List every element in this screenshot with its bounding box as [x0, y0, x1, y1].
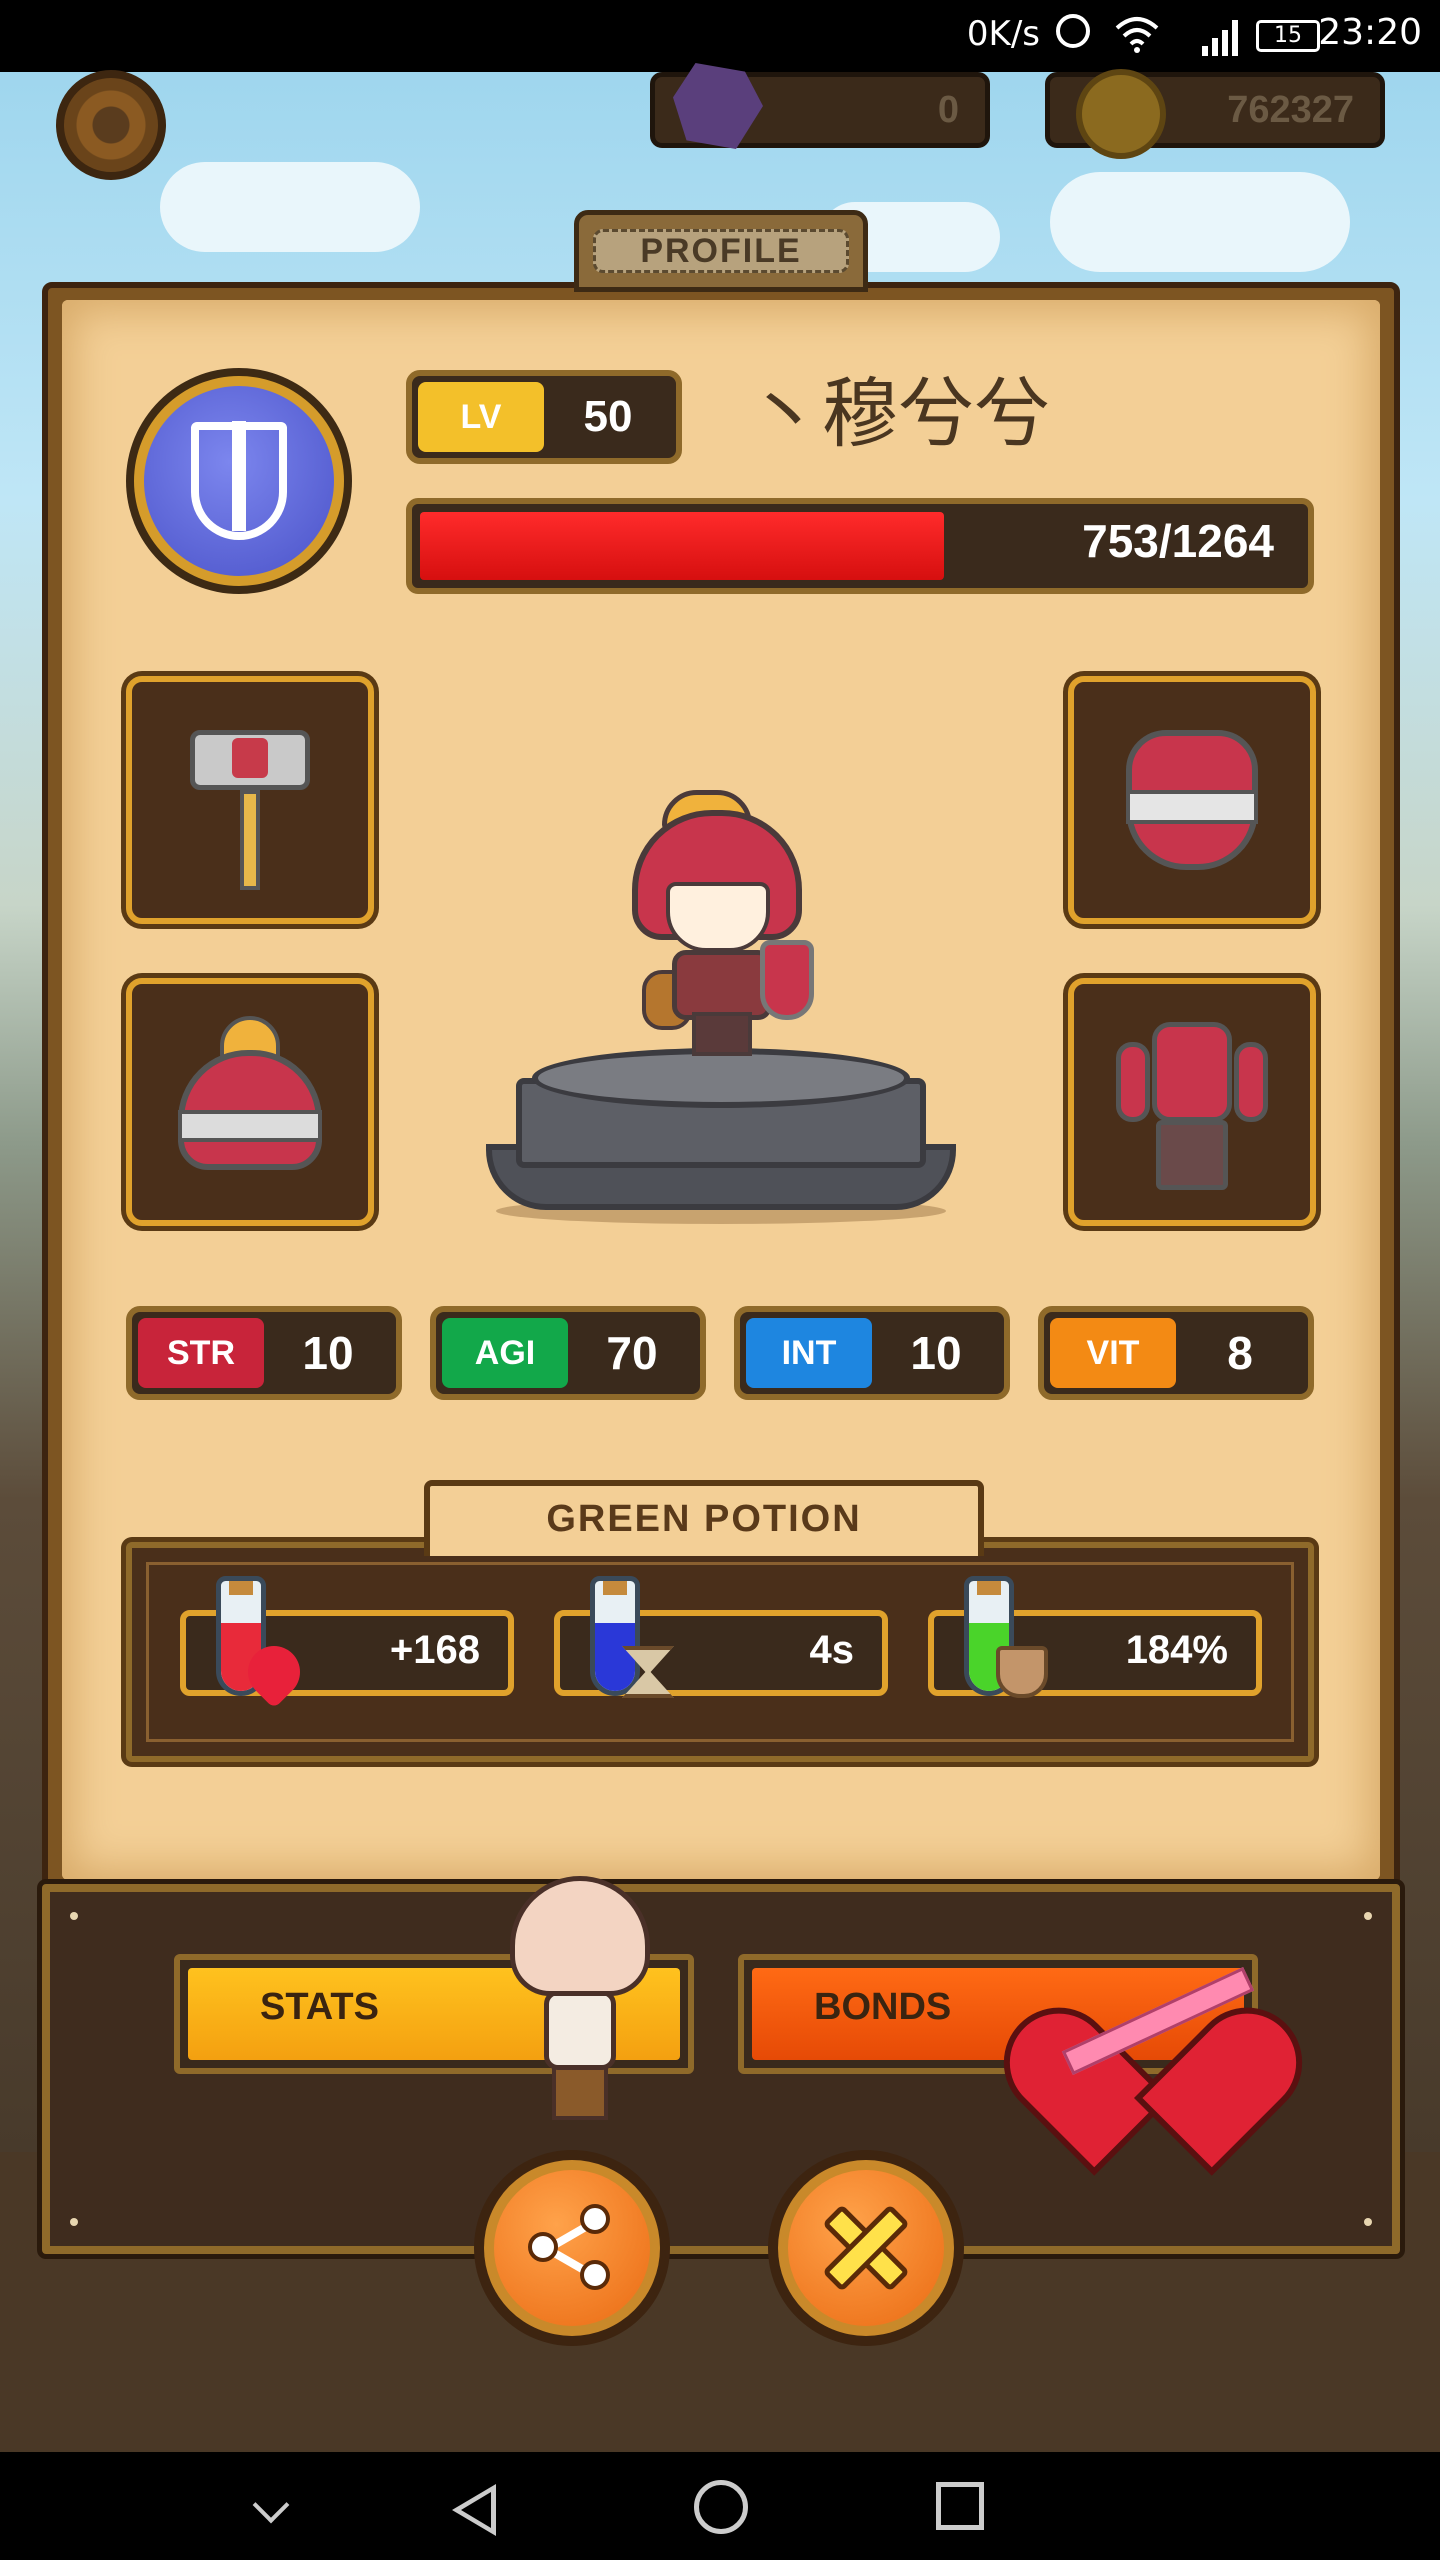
stat-vit-value: 8: [1227, 1327, 1253, 1379]
potion-heal-value: +168: [389, 1628, 480, 1672]
stat-str-label: STR: [138, 1318, 264, 1388]
potion-effect-time: 4s: [554, 1576, 888, 1698]
potion-title: GREEN POTION: [546, 1498, 862, 1540]
wifi-icon: [1115, 17, 1159, 53]
equipment-slot-helmet[interactable]: [126, 978, 374, 1226]
stat-int-label: INT: [746, 1318, 872, 1388]
gem-counter: 0: [650, 63, 990, 149]
gold-amount: 762327: [1227, 89, 1354, 131]
equipment-slot-weapon[interactable]: [126, 676, 374, 924]
shield-up-icon: [996, 1646, 1048, 1698]
chibi-character-icon: [500, 1876, 660, 2126]
stat-agi-value: 70: [606, 1327, 658, 1379]
share-icon: [494, 2170, 650, 2326]
stats-tab-label: STATS: [260, 1986, 379, 2028]
stat-agi: AGI 70: [430, 1306, 706, 1400]
stat-int: INT 10: [734, 1306, 1010, 1400]
hp-bar: 753/1264: [406, 498, 1314, 594]
back-icon[interactable]: [452, 2484, 496, 2536]
bonds-tab-label: BONDS: [814, 1986, 952, 2028]
hp-text: 753/1264: [1082, 515, 1274, 567]
stat-int-value: 10: [910, 1327, 962, 1379]
profile-tab-label: PROFILE: [593, 229, 849, 273]
signal-icon: [1202, 20, 1238, 56]
level-value: 50: [583, 392, 633, 441]
level-label: LV: [418, 382, 544, 452]
hero-character: [622, 790, 822, 1060]
alarm-icon: [1056, 14, 1090, 48]
status-bar: 0K/s 15 23:20: [0, 0, 1440, 72]
equipment-slot-armor[interactable]: [1068, 676, 1316, 924]
clock: 23:20: [1318, 12, 1422, 53]
ribbon-heart-icon: [981, 1928, 1325, 2176]
gold-counter: 762327: [1045, 69, 1385, 159]
home-icon[interactable]: [694, 2480, 748, 2534]
share-button[interactable]: [474, 2150, 670, 2346]
gold-coin-icon: [1076, 69, 1166, 159]
recent-apps-icon[interactable]: [936, 2482, 984, 2530]
stat-vit: VIT 8: [1038, 1306, 1314, 1400]
potion-title-tab: GREEN POTION: [424, 1480, 984, 1556]
character-pedestal: [486, 1048, 956, 1224]
guild-emblem: [126, 368, 352, 594]
hp-bar-fill: [420, 512, 944, 580]
potion-defense-value: 184%: [1125, 1628, 1228, 1672]
equipment-slot-outfit[interactable]: [1068, 978, 1316, 1226]
battery-icon: 15: [1256, 20, 1320, 52]
close-button[interactable]: [768, 2150, 964, 2346]
potion-effect-heal: +168: [180, 1576, 514, 1709]
level-badge: LV 50: [406, 370, 682, 464]
network-speed: 0K/s: [966, 14, 1040, 54]
potion-effect-defense: 184%: [928, 1576, 1262, 1698]
potion-time-value: 4s: [809, 1628, 855, 1672]
stat-str-value: 10: [302, 1327, 354, 1379]
profile-tab: PROFILE: [574, 210, 868, 292]
player-name: 丶穆兮兮: [746, 369, 1050, 458]
system-nav-bar: [0, 2452, 1440, 2560]
stat-vit-label: VIT: [1050, 1318, 1176, 1388]
stat-agi-label: AGI: [442, 1318, 568, 1388]
stat-str: STR 10: [126, 1306, 402, 1400]
gem-icon: [673, 63, 763, 149]
gem-amount: 0: [937, 89, 959, 131]
close-icon: [788, 2170, 944, 2326]
hide-keyboard-icon[interactable]: [252, 2486, 290, 2524]
settings-gear-icon[interactable]: [56, 70, 166, 180]
time-potion-icon: [590, 1576, 640, 1696]
